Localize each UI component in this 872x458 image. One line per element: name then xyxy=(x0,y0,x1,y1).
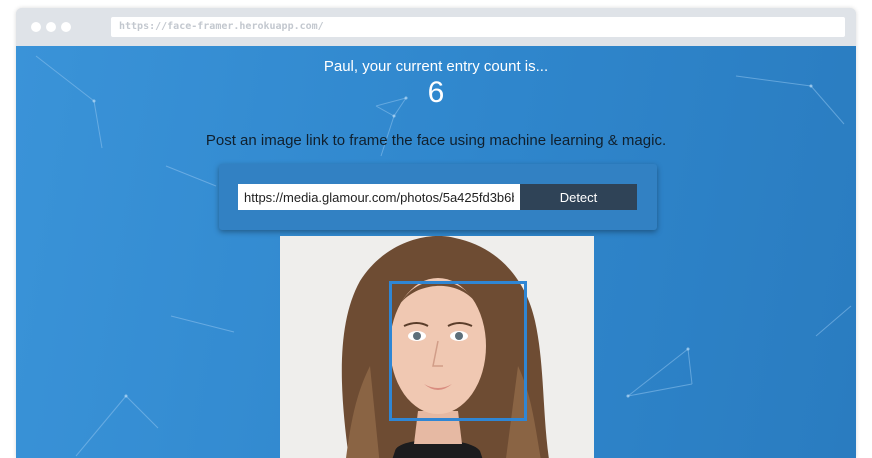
detect-button[interactable]: Detect xyxy=(520,184,637,210)
face-photo xyxy=(280,236,594,458)
browser-toolbar: https://face-framer.herokuapp.com/ xyxy=(16,8,856,46)
window-dot-2 xyxy=(46,22,56,32)
image-url-input[interactable] xyxy=(238,184,520,210)
window-dot-1 xyxy=(31,22,41,32)
entry-count-value: 6 xyxy=(427,76,445,109)
browser-window: https://face-framer.herokuapp.com/ Paul,… xyxy=(16,8,856,458)
address-bar[interactable]: https://face-framer.herokuapp.com/ xyxy=(111,17,845,37)
window-dot-3 xyxy=(61,22,71,32)
page-tagline: Post an image link to frame the face usi… xyxy=(205,132,667,149)
face-detection-box xyxy=(389,281,527,421)
page-viewport: Paul, your current entry count is... 6 P… xyxy=(16,46,856,458)
entry-count-greeting: Paul, your current entry count is... xyxy=(323,58,549,75)
image-link-form: Detect xyxy=(219,164,657,230)
